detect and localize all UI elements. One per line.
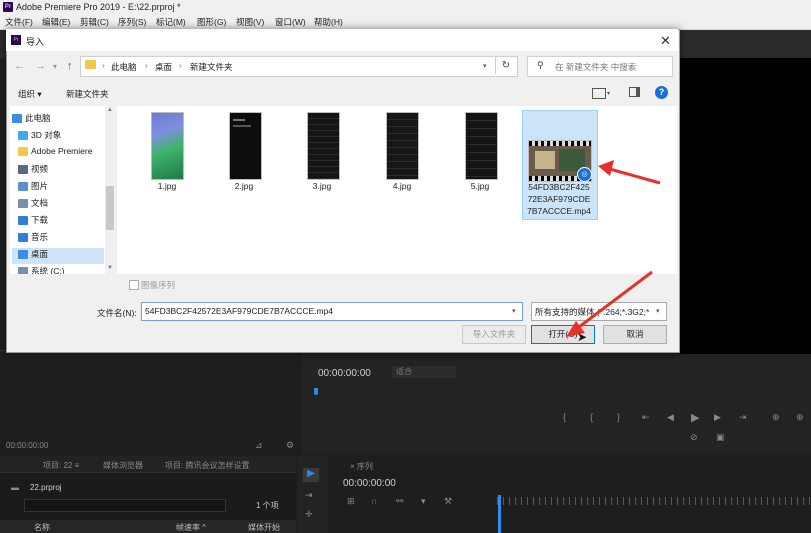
mouse-cursor-icon: ➤ <box>577 330 588 344</box>
annotation-arrow-to-file <box>598 160 661 185</box>
annotation-arrow-to-open <box>566 270 653 337</box>
annotation-arrows <box>566 160 661 337</box>
